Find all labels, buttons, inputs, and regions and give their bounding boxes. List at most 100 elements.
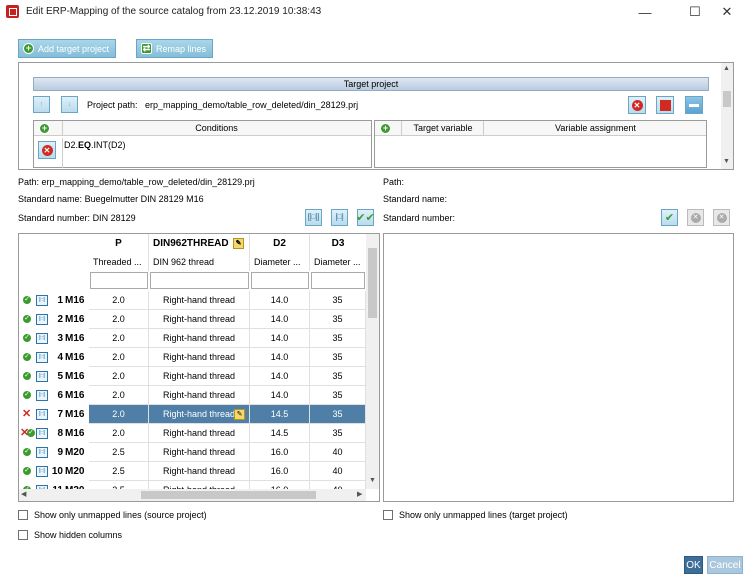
cell-din962thread[interactable]: Right-hand thread [149, 367, 250, 386]
col-header-d3[interactable]: D3 [310, 234, 366, 253]
minimize-button[interactable]: — [622, 0, 668, 24]
grid-vscroll-thumb[interactable] [368, 248, 377, 318]
accept-button[interactable]: ✔ [661, 209, 678, 226]
collapse-button[interactable] [685, 96, 703, 114]
cell-din962thread[interactable]: Right-hand thread [149, 291, 250, 310]
table-row[interactable]: ✓ [□] 10 M20 2.5 Right-hand thread 16.0 40 [19, 462, 369, 481]
col-header-din962thread[interactable]: DIN962THREAD ✎ [149, 234, 250, 253]
filter-p-input[interactable] [90, 272, 148, 289]
row-map-icon[interactable]: [□] [36, 428, 48, 439]
cell-din962thread[interactable]: Right-hand thread [149, 310, 250, 329]
row-map-icon[interactable]: [□] [36, 390, 48, 401]
cell-p[interactable]: 2.5 [89, 462, 149, 481]
table-row[interactable]: ✓ [□] 5 M16 2.0 Right-hand thread 14.0 35 [19, 367, 369, 386]
show-unmapped-source-checkbox[interactable] [18, 510, 28, 520]
cell-d3[interactable]: 40 [310, 443, 366, 462]
cell-din962thread[interactable]: Right-hand thread [149, 462, 250, 481]
table-row[interactable]: ✓[□]11M202.5Right-hand thread16.040 [19, 481, 369, 489]
cell-d2[interactable]: 14.0 [250, 310, 310, 329]
table-row[interactable]: ✓ [□] 2 M16 2.0 Right-hand thread 14.0 35 [19, 310, 369, 329]
scroll-down-icon[interactable]: ▼ [369, 477, 376, 484]
cell-d3[interactable]: 35 [310, 367, 366, 386]
cell-p[interactable]: 2.0 [89, 291, 149, 310]
close-button[interactable]: ✕ [704, 0, 750, 24]
show-hidden-columns-option[interactable]: Show hidden columns [18, 530, 122, 540]
show-unmapped-source-option[interactable]: Show only unmapped lines (source project… [18, 510, 207, 520]
cell-d2[interactable]: 16.0 [250, 462, 310, 481]
row-map-icon[interactable]: [□] [36, 447, 48, 458]
row-map-icon[interactable]: [□] [36, 314, 48, 325]
add-variable-icon[interactable]: + [380, 123, 391, 134]
cell-d3[interactable]: 35 [310, 386, 366, 405]
condition-value[interactable]: D2.EQ.INT(D2) [64, 140, 126, 150]
col-header-p[interactable]: P [89, 234, 149, 253]
cell-d2[interactable]: 14.0 [250, 386, 310, 405]
row-map-icon[interactable]: [□] [36, 371, 48, 382]
cell-d2[interactable]: 16.0 [250, 443, 310, 462]
cell-d2[interactable]: 14.5 [250, 424, 310, 443]
cell-p[interactable]: 2.0 [89, 329, 149, 348]
filter-din962thread-input[interactable] [150, 272, 249, 289]
cell-p[interactable]: 2.0 [89, 405, 149, 424]
row-map-icon[interactable]: [□] [36, 295, 48, 306]
cell-d3[interactable]: 35 [310, 424, 366, 443]
panel-scrollbar[interactable]: ▲ ▼ [721, 63, 733, 169]
col-header-d2[interactable]: D2 [250, 234, 310, 253]
cell-din962thread[interactable]: Right-hand thread [149, 481, 250, 489]
table-row[interactable]: ✓ [□] 1 M16 2.0 Right-hand thread 14.0 35 [19, 291, 369, 310]
grid-horizontal-scrollbar[interactable]: ◀ ▶ [19, 489, 366, 501]
cell-d3[interactable]: 35 [310, 310, 366, 329]
cancel-button[interactable]: Cancel [707, 556, 743, 574]
cell-d3[interactable]: 35 [310, 291, 366, 310]
cell-din962thread[interactable]: Right-hand thread [149, 386, 250, 405]
cell-din962thread[interactable]: Right-hand thread [149, 329, 250, 348]
grid-vertical-scrollbar[interactable]: ▼ [366, 234, 379, 489]
row-map-icon[interactable]: [□] [36, 409, 48, 420]
scroll-up-icon[interactable]: ▲ [723, 65, 730, 72]
table-row[interactable]: ✕ [□] 7 M16 2.0 Right-hand thread 14.5 35 ✎ [19, 405, 369, 424]
cell-d2[interactable]: 14.5 [250, 405, 310, 424]
cell-p[interactable]: 2.5 [89, 443, 149, 462]
reject-all-button[interactable]: ✕ [713, 209, 730, 226]
table-row[interactable]: ✓ [□] 9 M20 2.5 Right-hand thread 16.0 40 [19, 443, 369, 462]
reject-button[interactable]: ✕ [687, 209, 704, 226]
cell-p[interactable]: 2.0 [89, 310, 149, 329]
delete-project-button[interactable]: ✕ [628, 96, 646, 114]
pencil-icon[interactable]: ✎ [234, 409, 245, 420]
row-map-icon[interactable]: [□] [36, 352, 48, 363]
map-row-button[interactable]: [[□]] [305, 209, 322, 226]
accept-all-button[interactable]: ✔✔ [356, 209, 375, 226]
move-down-button[interactable]: ↓ [61, 96, 78, 113]
cell-p[interactable]: 2.0 [89, 348, 149, 367]
cell-d3[interactable]: 35 [310, 348, 366, 367]
table-row[interactable]: ✓ [□] 4 M16 2.0 Right-hand thread 14.0 35 [19, 348, 369, 367]
cell-din962thread[interactable]: Right-hand thread [149, 348, 250, 367]
cell-p[interactable]: 2.5 [89, 481, 149, 489]
open-project-button[interactable] [656, 96, 674, 114]
show-unmapped-target-checkbox[interactable] [383, 510, 393, 520]
cell-d3[interactable]: 40 [310, 481, 366, 489]
filter-d3-input[interactable] [311, 272, 365, 289]
cell-d2[interactable]: 14.0 [250, 291, 310, 310]
remap-lines-button[interactable]: ⇄ Remap lines [136, 39, 214, 58]
cell-d2[interactable]: 14.0 [250, 329, 310, 348]
add-condition-icon[interactable]: + [39, 123, 50, 134]
table-row[interactable]: ✕ ✓ [□] 8 M16 2.0 Right-hand thread 14.5 35 [19, 424, 369, 443]
cell-din962thread[interactable]: Right-hand thread [149, 443, 250, 462]
table-row[interactable]: ✓ [□] 6 M16 2.0 Right-hand thread 14.0 35 [19, 386, 369, 405]
pencil-icon[interactable]: ✎ [233, 238, 244, 249]
cell-d3[interactable]: 40 [310, 462, 366, 481]
cell-d3[interactable]: 35 [310, 405, 366, 424]
add-target-project-button[interactable]: + Add target project [18, 39, 117, 58]
remove-condition-button[interactable]: ✕ [38, 141, 56, 159]
cell-p[interactable]: 2.0 [89, 386, 149, 405]
move-up-button[interactable]: ↑ [33, 96, 50, 113]
map-column-button[interactable]: [□] [331, 209, 348, 226]
scroll-right-icon[interactable]: ▶ [357, 490, 362, 498]
show-unmapped-target-option[interactable]: Show only unmapped lines (target project… [383, 510, 568, 520]
ok-button[interactable]: OK [684, 556, 703, 574]
cell-p[interactable]: 2.0 [89, 424, 149, 443]
row-map-icon[interactable]: [□] [36, 333, 48, 344]
grid-hscroll-thumb[interactable] [141, 491, 316, 499]
filter-d2-input[interactable] [251, 272, 309, 289]
